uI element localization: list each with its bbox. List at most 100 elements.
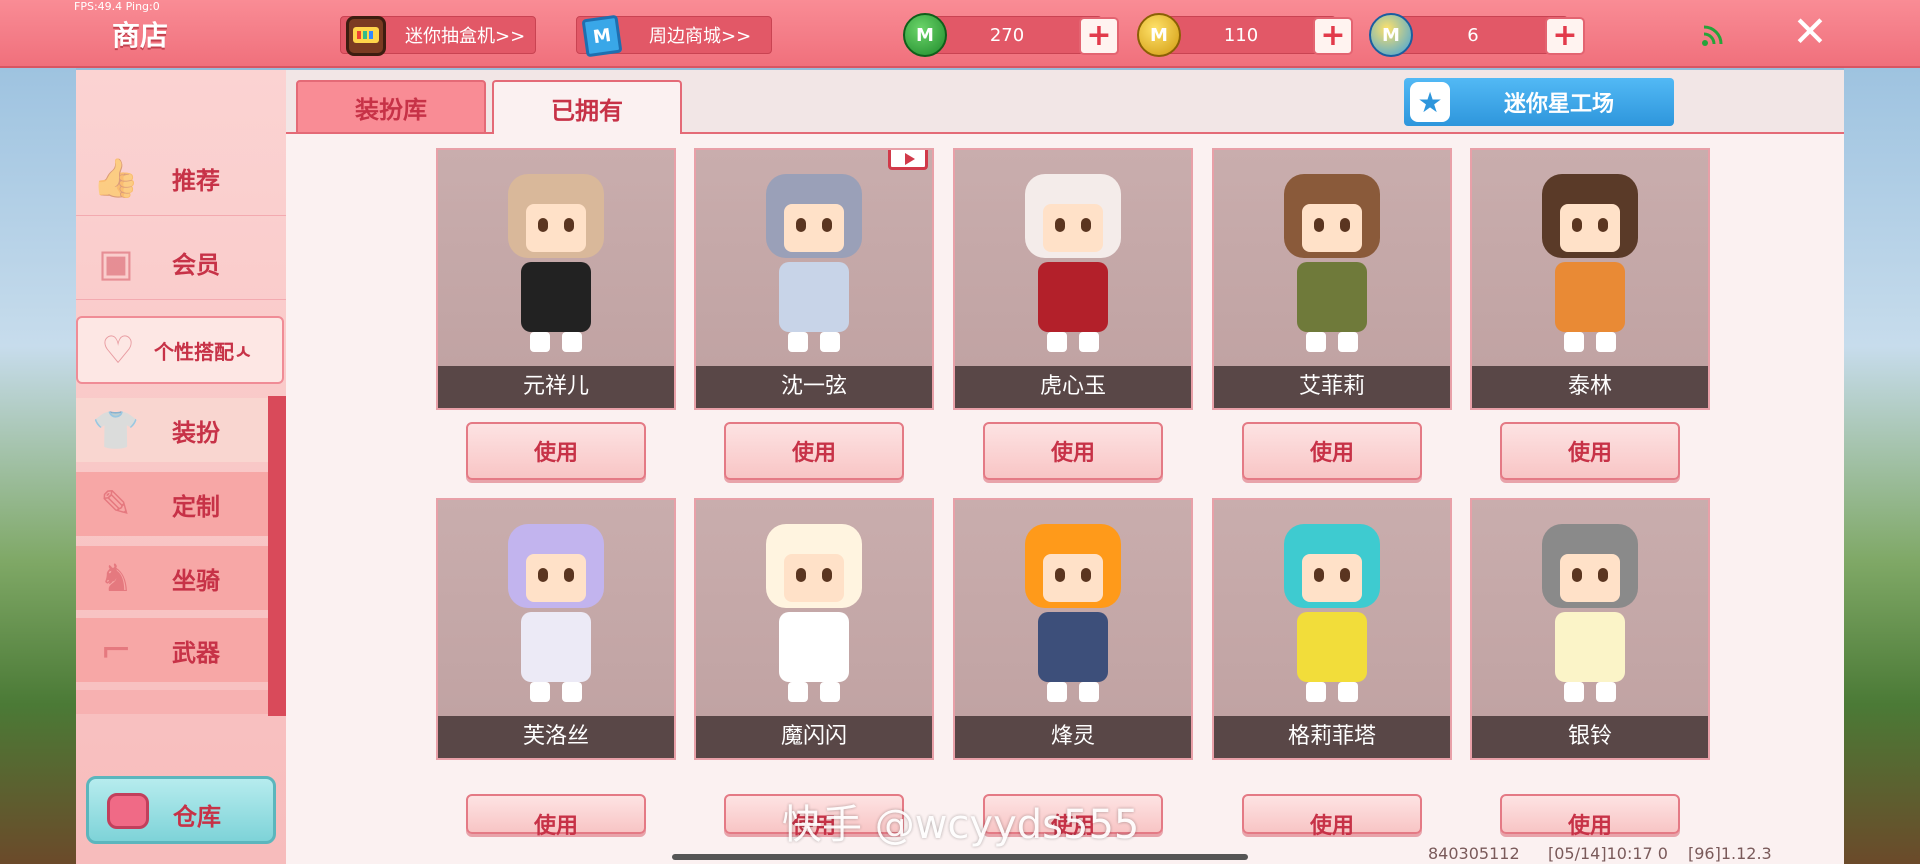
character-face bbox=[784, 204, 844, 252]
warehouse-button[interactable]: 仓库 bbox=[86, 776, 276, 844]
character-face bbox=[1560, 554, 1620, 602]
character-body bbox=[779, 612, 849, 682]
character-head bbox=[508, 174, 604, 258]
character-figure bbox=[1530, 174, 1650, 352]
skin-name: 虎心玉 bbox=[955, 366, 1191, 408]
character-figure bbox=[496, 174, 616, 352]
skin-card[interactable]: 芙洛丝 bbox=[436, 498, 676, 760]
green-coin-icon: M bbox=[903, 13, 947, 57]
gun-icon: ⌐ bbox=[100, 628, 132, 672]
use-skin-button[interactable]: 使用 bbox=[1500, 794, 1680, 839]
mini-gacha-label: 迷你抽盒机>> bbox=[405, 26, 526, 47]
tab-skin-library[interactable]: 装扮库 bbox=[296, 80, 486, 134]
skin-name: 泰林 bbox=[1472, 366, 1708, 408]
sidebar-item-label: 推荐 bbox=[172, 167, 220, 195]
sidebar-item-custom[interactable]: ✎ 定制 bbox=[76, 472, 268, 536]
add-green-coins-button[interactable]: + bbox=[1079, 17, 1119, 55]
character-legs bbox=[1306, 332, 1358, 352]
character-figure bbox=[1530, 524, 1650, 702]
use-skin-button[interactable]: 使用 bbox=[724, 422, 904, 480]
character-head bbox=[1284, 174, 1380, 258]
skin-card[interactable]: 泰林 bbox=[1470, 148, 1710, 410]
skin-card[interactable]: 魔闪闪 bbox=[694, 498, 934, 760]
skin-name: 银铃 bbox=[1472, 716, 1708, 758]
character-face bbox=[1302, 204, 1362, 252]
currency-gold-coins: M 110 + bbox=[1137, 13, 1353, 57]
blue-coin-amount: 6 bbox=[1467, 25, 1479, 46]
add-gold-coins-button[interactable]: + bbox=[1313, 17, 1353, 55]
video-play-icon[interactable] bbox=[888, 150, 928, 170]
warehouse-label: 仓库 bbox=[173, 803, 221, 831]
page-title: 商店 bbox=[112, 19, 169, 52]
gold-coin-icon: M bbox=[1137, 13, 1181, 57]
use-skin-button[interactable]: 使用 bbox=[1242, 794, 1422, 839]
version: [96]1.12.3 bbox=[1688, 844, 1772, 863]
use-skin-button[interactable]: 使用 bbox=[1500, 422, 1680, 480]
character-figure bbox=[1013, 174, 1133, 352]
character-figure bbox=[1272, 174, 1392, 352]
merch-mall-button[interactable]: M 周边商城>> bbox=[576, 14, 772, 58]
use-skin-button[interactable]: 使用 bbox=[983, 422, 1163, 480]
sidebar-item-more[interactable] bbox=[76, 690, 268, 714]
thumbs-up-icon: 👍 bbox=[92, 156, 140, 200]
character-legs bbox=[1047, 332, 1099, 352]
skin-name: 烽灵 bbox=[955, 716, 1191, 758]
close-shop-button[interactable]: ✕ bbox=[1790, 10, 1830, 54]
home-indicator[interactable] bbox=[672, 854, 1248, 860]
character-head bbox=[766, 524, 862, 608]
character-legs bbox=[530, 332, 582, 352]
sidebar-item-recommend[interactable]: 👍 推荐 bbox=[76, 142, 286, 216]
skin-name: 芙洛丝 bbox=[438, 716, 674, 758]
character-body bbox=[1555, 262, 1625, 332]
green-coin-amount: 270 bbox=[989, 25, 1025, 46]
shopping-bag-icon: M bbox=[577, 11, 627, 61]
character-head bbox=[1025, 174, 1121, 258]
character-head bbox=[1542, 524, 1638, 608]
mini-star-workshop-button[interactable]: ★ 迷你星工场 bbox=[1404, 78, 1674, 126]
skin-card[interactable]: 虎心玉 bbox=[953, 148, 1193, 410]
blue-coin-icon: M bbox=[1369, 13, 1413, 57]
character-head bbox=[1284, 524, 1380, 608]
character-legs bbox=[788, 682, 840, 702]
character-body bbox=[1555, 612, 1625, 682]
skin-card[interactable]: 元祥儿 bbox=[436, 148, 676, 410]
use-skin-button[interactable]: 使用 bbox=[466, 422, 646, 480]
mini-gacha-button[interactable]: 迷你抽盒机>> bbox=[340, 16, 536, 56]
shirt-icon: 👕 bbox=[92, 407, 140, 452]
character-legs bbox=[788, 332, 840, 352]
skin-card[interactable]: 银铃 bbox=[1470, 498, 1710, 760]
sidebar-item-vip[interactable]: ▣ 会员 bbox=[76, 226, 286, 300]
character-legs bbox=[1564, 332, 1616, 352]
skin-name: 格莉菲塔 bbox=[1214, 716, 1450, 758]
sidebar-item-mounts[interactable]: ♞ 坐骑 bbox=[76, 546, 268, 610]
sidebar-item-weapons[interactable]: ⌐ 武器 bbox=[76, 618, 268, 682]
network-signal-icon bbox=[1700, 22, 1726, 48]
character-head bbox=[1025, 524, 1121, 608]
character-body bbox=[1038, 612, 1108, 682]
fps-readout: FPS:49.4 Ping:0 bbox=[74, 0, 160, 13]
character-face bbox=[1560, 204, 1620, 252]
mount-icon: ♞ bbox=[98, 556, 134, 600]
sidebar-item-label: 武器 bbox=[172, 638, 220, 667]
watermark: 快手 @wcyyds555 bbox=[782, 802, 1140, 848]
use-skin-button[interactable]: 使用 bbox=[466, 794, 646, 839]
tab-owned[interactable]: 已拥有 bbox=[492, 80, 682, 134]
skin-card[interactable]: 格莉菲塔 bbox=[1212, 498, 1452, 760]
character-head bbox=[1542, 174, 1638, 258]
sidebar-item-style-match[interactable]: ♡ 个性搭配ㅅ bbox=[76, 316, 284, 384]
character-body bbox=[521, 262, 591, 332]
skin-card[interactable]: 沈一弦 bbox=[694, 148, 934, 410]
character-legs bbox=[1047, 682, 1099, 702]
add-blue-coins-button[interactable]: + bbox=[1545, 17, 1585, 55]
sidebar-item-outfits[interactable]: 👕 装扮 bbox=[76, 398, 268, 462]
character-figure bbox=[1013, 524, 1133, 702]
sidebar-item-label: 个性搭配ㅅ bbox=[154, 339, 253, 364]
character-legs bbox=[530, 682, 582, 702]
character-body bbox=[779, 262, 849, 332]
game-world-background-right bbox=[1844, 68, 1920, 864]
use-skin-button[interactable]: 使用 bbox=[1242, 422, 1422, 480]
skin-card[interactable]: 烽灵 bbox=[953, 498, 1193, 760]
user-id: 840305112 bbox=[1428, 844, 1520, 863]
skin-card[interactable]: 艾菲莉 bbox=[1212, 148, 1452, 410]
top-bar: FPS:49.4 Ping:0 商店 迷你抽盒机>> M 周边商城>> M 27… bbox=[0, 0, 1920, 68]
